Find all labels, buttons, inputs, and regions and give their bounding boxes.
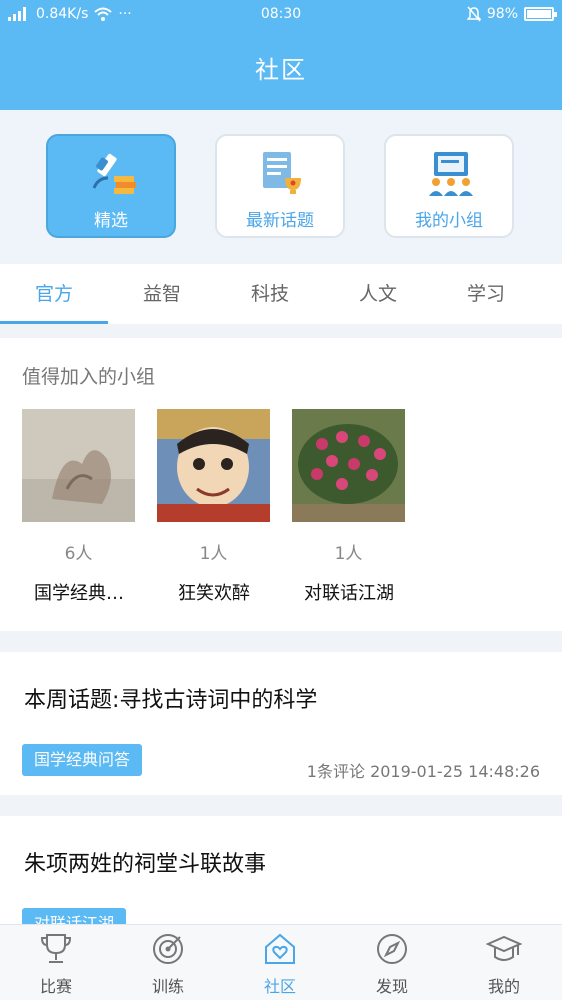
topic-meta: 1条评论 2019-01-25 14:48:26	[306, 762, 540, 781]
quick-entry-my-groups[interactable]: 我的小组	[384, 134, 514, 238]
status-right: 98%	[466, 6, 557, 22]
group-name: 对联话江湖	[304, 583, 394, 604]
page-title: 社区	[0, 30, 562, 110]
recommended-groups: 值得加入的小组 6人 国学经典… 1人 狂笑欢醉 1人 对联话江湖	[0, 338, 562, 631]
group-board-icon	[429, 152, 473, 196]
quick-entry-label: 最新话题	[246, 211, 314, 231]
topic-title: 朱项两姓的祠堂斗联故事	[24, 852, 267, 877]
nav-label: 社区	[263, 977, 296, 996]
group-member-count: 1人	[334, 544, 363, 564]
nav-label: 比赛	[39, 977, 72, 996]
target-icon	[153, 934, 183, 964]
mute-bell-icon	[466, 6, 481, 22]
trophy-icon	[40, 934, 72, 963]
section-title: 值得加入的小组	[22, 366, 156, 388]
quick-entry-label: 精选	[94, 211, 128, 231]
nav-training[interactable]: 训练	[112, 925, 224, 1000]
nav-community[interactable]: 社区	[224, 925, 336, 1000]
group-name: 国学经典…	[34, 583, 124, 604]
quick-entry-latest-topics[interactable]: 最新话题	[215, 134, 345, 238]
quick-entries: 精选 最新话题 我的小组	[0, 110, 562, 264]
compass-icon	[377, 934, 407, 964]
topic-title: 本周话题:寻找古诗词中的科学	[24, 688, 318, 713]
graduation-cap-icon	[486, 935, 522, 961]
nav-contest[interactable]: 比赛	[0, 925, 112, 1000]
topic-card[interactable]: 朱项两姓的祠堂斗联故事 对联话江湖	[0, 816, 562, 940]
document-trophy-icon	[263, 152, 301, 194]
group-thumbnail	[157, 409, 270, 522]
quick-entry-featured[interactable]: 精选	[46, 134, 176, 238]
topic-tag[interactable]: 国学经典问答	[22, 744, 143, 776]
nav-label: 我的	[487, 977, 520, 996]
microscope-books-icon	[92, 153, 136, 194]
group-card[interactable]: 1人 狂笑欢醉	[157, 409, 273, 604]
tab-study[interactable]: 学习	[432, 264, 540, 324]
quick-entry-label: 我的小组	[415, 211, 483, 231]
topic-card[interactable]: 本周话题:寻找古诗词中的科学 国学经典问答 1条评论 2019-01-25 14…	[0, 652, 562, 795]
group-thumbnail	[22, 409, 135, 522]
status-bar: 0.84K/s ··· 08:30 98%	[0, 0, 562, 30]
nav-mine[interactable]: 我的	[448, 925, 560, 1000]
tab-technology[interactable]: 科技	[216, 264, 324, 324]
tab-puzzle[interactable]: 益智	[108, 264, 216, 324]
group-member-count: 1人	[199, 544, 228, 564]
group-card[interactable]: 6人 国学经典…	[22, 409, 138, 604]
nav-label: 训练	[151, 977, 184, 996]
group-card[interactable]: 1人 对联话江湖	[292, 409, 408, 604]
group-thumbnail	[292, 409, 405, 522]
tab-humanities[interactable]: 人文	[324, 264, 432, 324]
battery-icon	[524, 7, 557, 21]
battery-percent: 98%	[486, 6, 518, 22]
bottom-navigation: 比赛 训练 社区 发现 我的	[0, 924, 562, 1000]
nav-label: 发现	[375, 977, 408, 996]
group-name: 狂笑欢醉	[178, 583, 250, 604]
group-member-count: 6人	[64, 544, 93, 564]
home-heart-icon	[265, 933, 295, 964]
tab-official[interactable]: 官方	[0, 264, 108, 324]
nav-discover[interactable]: 发现	[336, 925, 448, 1000]
category-tabs: 官方 益智 科技 人文 学习	[0, 264, 562, 324]
